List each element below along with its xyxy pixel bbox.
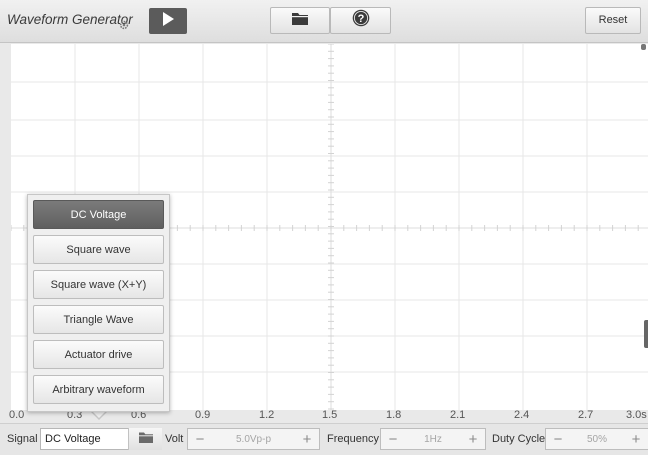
menu-item-arbitrary-waveform[interactable]: Arbitrary waveform	[33, 375, 164, 404]
duty-cycle-stepper[interactable]: − 50% +	[545, 428, 648, 450]
volt-increase-button[interactable]: +	[297, 429, 317, 449]
menu-item-dc-voltage[interactable]: DC Voltage	[33, 200, 164, 229]
menu-item-label: DC Voltage	[70, 208, 127, 221]
duty-cycle-decrease-button[interactable]: −	[548, 429, 568, 449]
x-tick-label: 2.1	[450, 409, 466, 421]
frequency-value: 1Hz	[424, 434, 442, 445]
svg-text:?: ?	[357, 13, 364, 25]
menu-item-actuator-drive[interactable]: Actuator drive	[33, 340, 164, 369]
help-icon: ?	[352, 9, 370, 32]
frequency-stepper[interactable]: − 1Hz +	[380, 428, 486, 450]
signal-value: DC Voltage	[45, 433, 101, 445]
volt-decrease-button[interactable]: −	[190, 429, 210, 449]
x-tick-label: 2.7	[578, 409, 594, 421]
x-tick-label: 2.4	[514, 409, 530, 421]
frequency-decrease-button[interactable]: −	[383, 429, 403, 449]
volt-value: 5.0Vp-p	[235, 434, 272, 445]
signal-select[interactable]: DC Voltage	[40, 428, 162, 450]
menu-item-label: Square wave (X+Y)	[50, 278, 147, 291]
volt-stepper[interactable]: − 5.0Vp-p +	[187, 428, 320, 450]
duty-cycle-increase-button[interactable]: +	[626, 429, 646, 449]
signal-dropdown-menu: DC Voltage Square wave Square wave (X+Y)…	[27, 194, 170, 412]
menu-item-label: Actuator drive	[64, 348, 133, 361]
x-tick-label: 1.2	[259, 409, 275, 421]
gear-icon[interactable]	[119, 17, 129, 30]
folder-icon	[138, 430, 153, 448]
x-tick-label: 1.5	[322, 409, 338, 421]
signal-label: Signal	[7, 433, 38, 445]
duty-cycle-label: Duty Cycle	[492, 433, 546, 445]
volt-label: Volt	[165, 433, 184, 445]
menu-item-square-wave-xy[interactable]: Square wave (X+Y)	[33, 270, 164, 299]
reset-button-label: Reset	[598, 14, 628, 26]
menu-item-label: Arbitrary waveform	[52, 383, 145, 396]
menu-item-label: Triangle Wave	[63, 313, 134, 326]
duty-cycle-value: 50%	[586, 434, 607, 445]
frequency-label: Frequency	[327, 433, 379, 445]
side-panel-handle[interactable]	[644, 320, 648, 348]
top-toolbar: Waveform Generator ? Reset	[0, 0, 648, 43]
menu-item-square-wave[interactable]: Square wave	[33, 235, 164, 264]
open-file-button[interactable]	[270, 7, 330, 34]
menu-item-triangle-wave[interactable]: Triangle Wave	[33, 305, 164, 334]
play-button[interactable]	[149, 8, 187, 34]
x-tick-label: 0.9	[195, 409, 211, 421]
signal-folder-button[interactable]	[128, 428, 162, 450]
x-tick-label: 0.0	[9, 409, 25, 421]
reset-button[interactable]: Reset	[585, 7, 641, 34]
x-tick-label: 3.0s	[626, 409, 647, 421]
x-tick-label: 1.8	[386, 409, 402, 421]
app-title: Waveform Generator	[7, 12, 133, 27]
control-bar: Signal DC Voltage Volt − 5.0Vp-p + Frequ…	[0, 423, 648, 455]
play-icon	[162, 11, 174, 31]
folder-icon	[292, 12, 308, 30]
frequency-increase-button[interactable]: +	[463, 429, 483, 449]
scroll-indicator[interactable]	[641, 44, 646, 50]
help-button[interactable]: ?	[330, 7, 391, 34]
menu-item-label: Square wave	[66, 243, 131, 256]
